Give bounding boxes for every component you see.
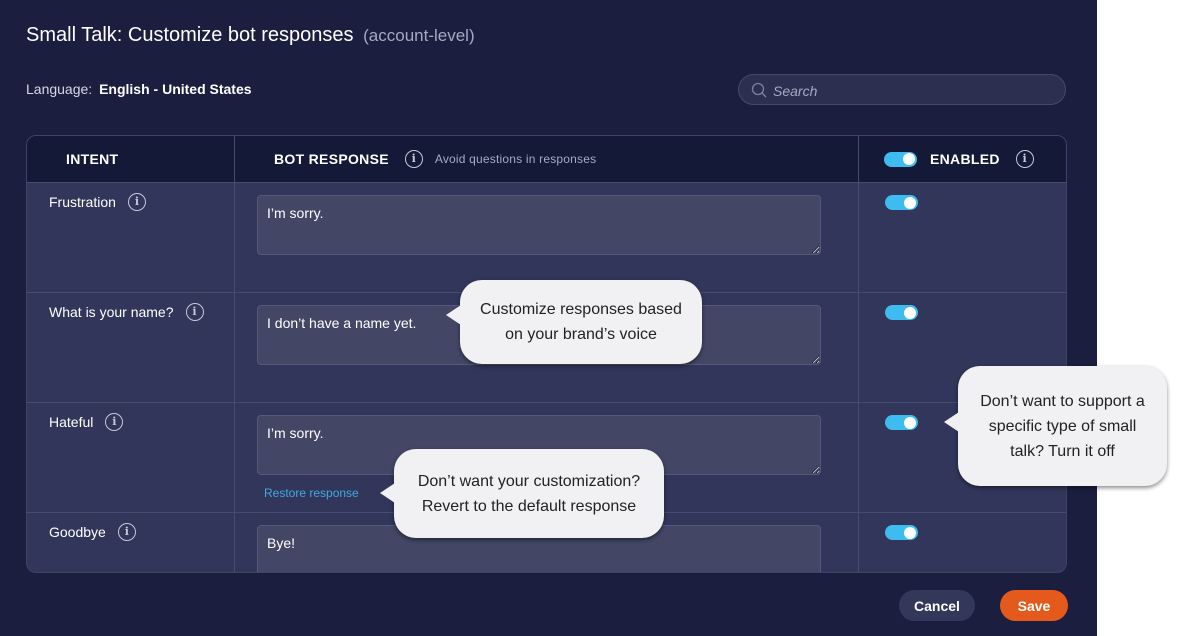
enabled-toggle[interactable] [885, 305, 918, 320]
toggle-all-enabled[interactable] [884, 151, 917, 167]
column-divider [858, 136, 859, 572]
language-label: Language: [26, 81, 93, 97]
intent-info-icon[interactable]: i [185, 303, 204, 321]
intent-info-icon[interactable]: i [127, 193, 146, 211]
intent-name: Frustration [49, 194, 116, 210]
response-textarea[interactable]: I’m sorry. [257, 195, 821, 255]
column-header-enabled: ENABLED i [858, 136, 1066, 182]
language-indicator: Language: English - United States [26, 81, 252, 97]
callout-toggle-text: Don’t want to support a specific type of… [980, 392, 1145, 460]
intent-cell: Hateful i [49, 413, 124, 431]
intent-cell: Goodbye i [49, 523, 136, 541]
enabled-toggle[interactable] [885, 525, 918, 540]
intent-info-icon[interactable]: i [105, 413, 124, 431]
search-box[interactable] [738, 74, 1066, 106]
intent-cell: What is your name? i [49, 303, 204, 321]
callout-restore-text: Don’t want your customization? Revert to… [417, 472, 641, 515]
callout-toggle: Don’t want to support a specific type of… [944, 366, 1167, 486]
bot-response-hint: Avoid questions in responses [434, 152, 597, 166]
enabled-toggle[interactable] [885, 415, 918, 430]
column-enabled-label: ENABLED [930, 151, 1000, 167]
callout-customize-text: Customize responses based on your brand’… [480, 301, 682, 343]
search-icon [751, 82, 767, 98]
enabled-toggle[interactable] [885, 195, 918, 210]
column-header-intent: INTENT [27, 136, 235, 182]
save-button[interactable]: Save [1000, 590, 1068, 621]
enabled-info-icon[interactable]: i [1015, 150, 1034, 168]
bot-response-info-icon[interactable]: i [404, 150, 423, 168]
intent-name: Goodbye [49, 524, 106, 540]
table-header: INTENT BOT RESPONSE i Avoid questions in… [27, 136, 1066, 182]
intent-name: What is your name? [49, 304, 174, 320]
cancel-button[interactable]: Cancel [899, 590, 975, 621]
callout-customize: Customize responses based on your brand’… [446, 280, 702, 364]
intent-cell: Frustration i [49, 193, 146, 211]
page-subtitle: (account-level) [363, 26, 475, 45]
restore-response-link[interactable]: Restore response [264, 486, 359, 500]
callout-restore: Don’t want your customization? Revert to… [380, 449, 664, 538]
intent-name: Hateful [49, 414, 94, 430]
column-intent-label: INTENT [66, 151, 119, 167]
column-divider [234, 136, 235, 572]
intent-info-icon[interactable]: i [117, 523, 136, 541]
search-input[interactable] [771, 75, 1055, 106]
page-title-text: Small Talk: Customize bot responses [26, 24, 354, 46]
page-title: Small Talk: Customize bot responses (acc… [26, 24, 475, 47]
table-row: Frustration i I’m sorry. [27, 182, 1066, 292]
column-bot-response-label: BOT RESPONSE [274, 151, 389, 167]
column-header-bot-response: BOT RESPONSE i Avoid questions in respon… [235, 136, 858, 182]
language-value: English - United States [99, 81, 252, 97]
